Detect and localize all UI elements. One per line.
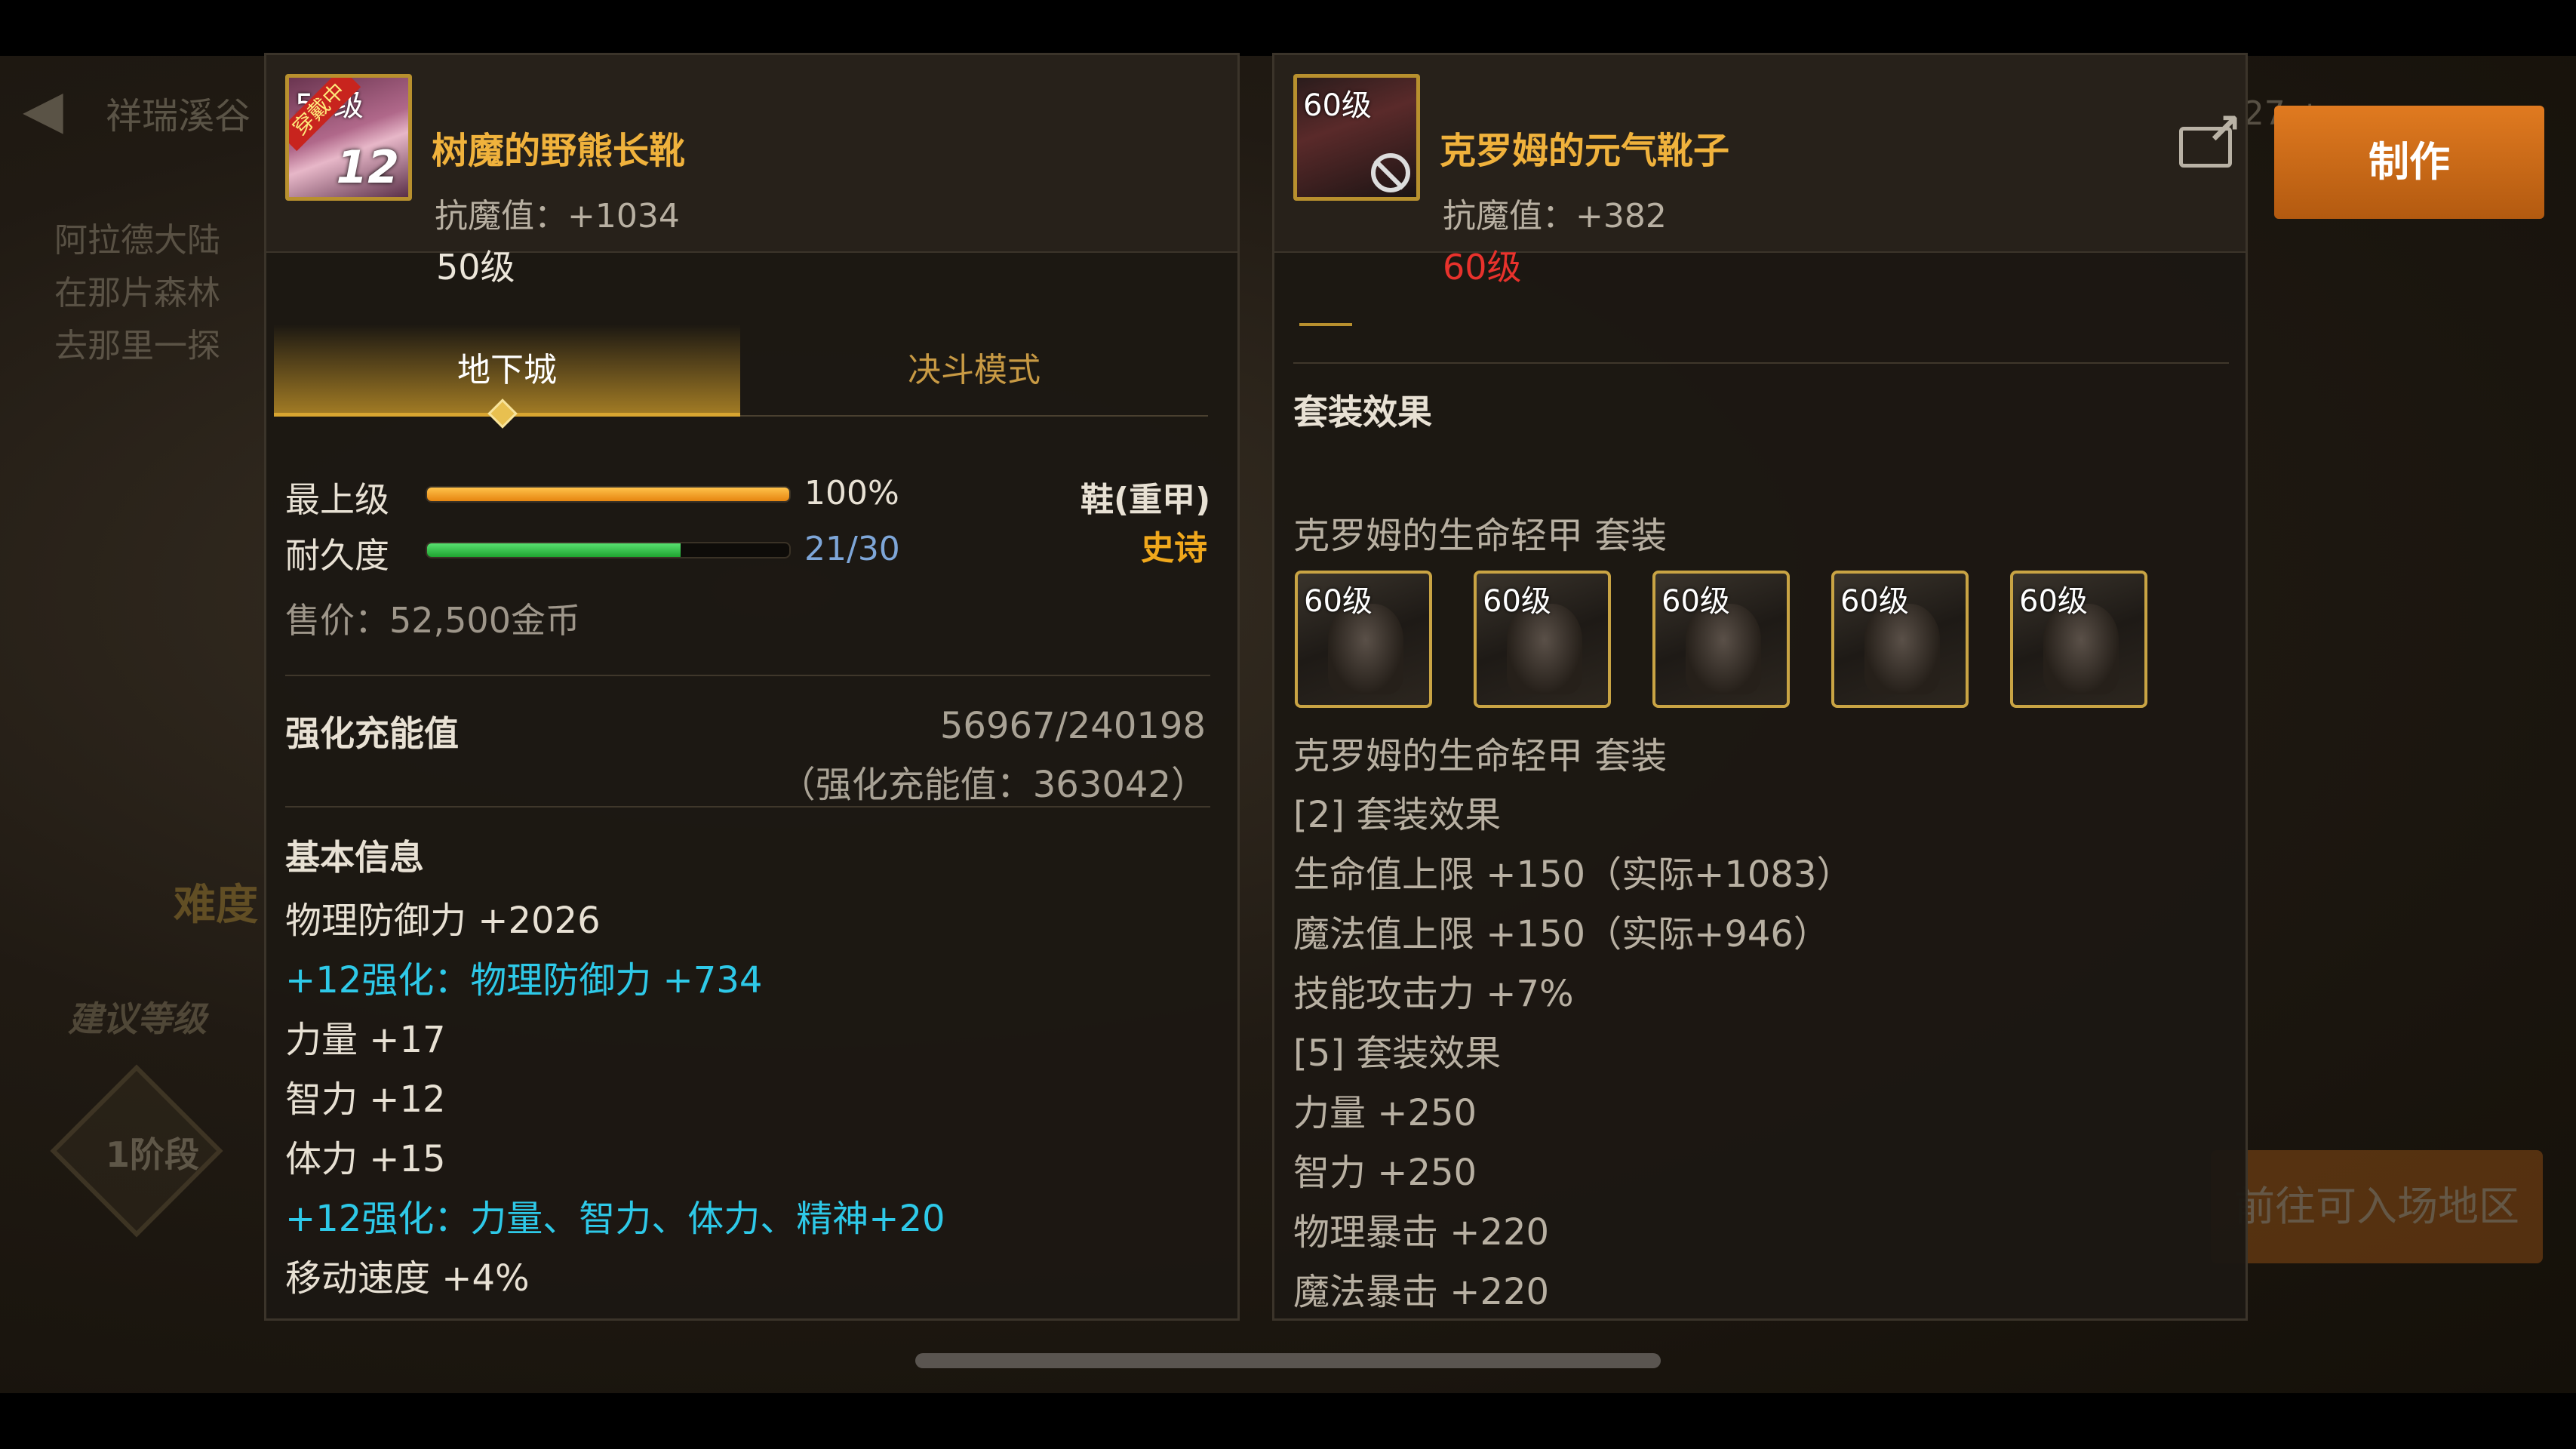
set-item-slot[interactable]: 60级 — [1831, 571, 1969, 708]
enhance-value: 56967/240198 — [939, 705, 1206, 747]
set-effect-line: 魔法值上限 +150（实际+946） — [1293, 913, 1830, 955]
back-arrow-icon[interactable]: ◀ — [23, 83, 75, 136]
tab-duel-mode[interactable]: 决斗模式 — [740, 325, 1208, 417]
basic-info-title: 基本信息 — [285, 837, 424, 878]
divider — [1293, 362, 2229, 364]
icon-level: 60级 — [1303, 88, 1372, 123]
set-item-slot[interactable]: 60级 — [1474, 571, 1611, 708]
slot-type: 鞋(重甲) — [1081, 481, 1211, 519]
max-level-value: 100% — [804, 474, 899, 512]
divider — [285, 675, 1210, 676]
compare-magic-resist: 抗魔值：+382 — [1443, 197, 1667, 235]
enhance-level: 12 — [336, 141, 400, 194]
set-effect-line: [2] 套装效果 — [1293, 794, 1502, 836]
set-effect-line: 力量 +250 — [1293, 1092, 1477, 1134]
set-item-slot[interactable]: 60级 — [1652, 571, 1790, 708]
craft-button[interactable]: 制作 — [2274, 106, 2544, 219]
info-line: 智力 +12 — [285, 1078, 446, 1121]
set-item-level: 60级 — [1304, 584, 1373, 619]
set-item-slot[interactable]: 60级 — [1295, 571, 1432, 708]
set-effect-line: [5] 套装效果 — [1293, 1032, 1502, 1075]
set-effect-line: 智力 +250 — [1293, 1152, 1477, 1194]
rarity: 史诗 — [1141, 529, 1207, 568]
suggest-level-label: 建议等级 — [68, 998, 207, 1039]
durability-value: 21/30 — [804, 530, 900, 568]
set-effect-line: 生命值上限 +150（实际+1083） — [1293, 854, 1853, 896]
home-indicator[interactable] — [915, 1353, 1661, 1368]
set-item-level: 60级 — [1661, 584, 1730, 619]
item-name: 树魔的野熊长靴 — [432, 130, 686, 172]
item-level: 50级 — [436, 247, 515, 288]
compare-item-level: 60级 — [1443, 247, 1522, 288]
divider — [285, 806, 1210, 808]
section-marker — [1299, 323, 1352, 326]
set-name: 克罗姆的生命轻甲 套装 — [1293, 515, 1668, 557]
set-effect-title: 套装效果 — [1293, 392, 1432, 432]
info-line-enhance: +12强化：力量、智力、体力、精神+20 — [285, 1198, 945, 1240]
area-title: 祥瑞溪谷 — [106, 95, 251, 137]
durability-bar-fill — [427, 543, 681, 557]
compare-boots-icon[interactable]: 60级 — [1293, 74, 1420, 201]
area-description: 阿拉德大陆 在那片森林 去那里一探 — [54, 221, 220, 365]
info-line: 移动速度 +4% — [285, 1257, 530, 1300]
magic-resist: 抗魔值：+1034 — [435, 197, 680, 235]
boots-item-icon[interactable]: 50级 穿戴中 12 — [285, 74, 412, 201]
set-effect-line: 魔法暴击 +220 — [1293, 1271, 1550, 1313]
sell-price: 售价：52,500金币 — [285, 600, 580, 641]
set-item-level: 60级 — [1483, 584, 1551, 619]
info-line: 物理防御力 +2026 — [285, 900, 601, 942]
set-item-slot[interactable]: 60级 — [2010, 571, 2147, 708]
item-header — [1274, 55, 2246, 253]
set-item-level: 60级 — [1840, 584, 1909, 619]
item-header — [266, 55, 1237, 253]
max-level-bar-fill — [427, 488, 789, 501]
max-level-bar — [426, 486, 791, 503]
unusable-icon — [1371, 153, 1410, 192]
set-effect-line: 技能攻击力 +7% — [1293, 973, 1574, 1015]
durability-bar — [426, 542, 791, 558]
info-line-enhance: +12强化：物理防御力 +734 — [285, 959, 763, 1001]
stage-label: 1阶段 — [106, 1134, 200, 1175]
set-effect-line: 物理暴击 +220 — [1293, 1211, 1550, 1254]
share-icon[interactable] — [2179, 105, 2242, 168]
compare-item-name: 克罗姆的元气靴子 — [1440, 130, 1730, 172]
difficulty-label: 难度 — [174, 881, 258, 930]
info-line: 力量 +17 — [285, 1019, 446, 1061]
durability-label: 耐久度 — [285, 535, 389, 576]
set-name: 克罗姆的生命轻甲 套装 — [1293, 735, 1668, 777]
info-line: 体力 +15 — [285, 1138, 446, 1180]
enhance-sub-value: （强化充能值：363042） — [779, 764, 1207, 806]
enhance-title: 强化充能值 — [285, 713, 459, 754]
max-level-label: 最上级 — [285, 479, 389, 520]
set-item-level: 60级 — [2019, 584, 2088, 619]
go-area-button[interactable]: 前往可入场地区 — [2211, 1150, 2543, 1263]
